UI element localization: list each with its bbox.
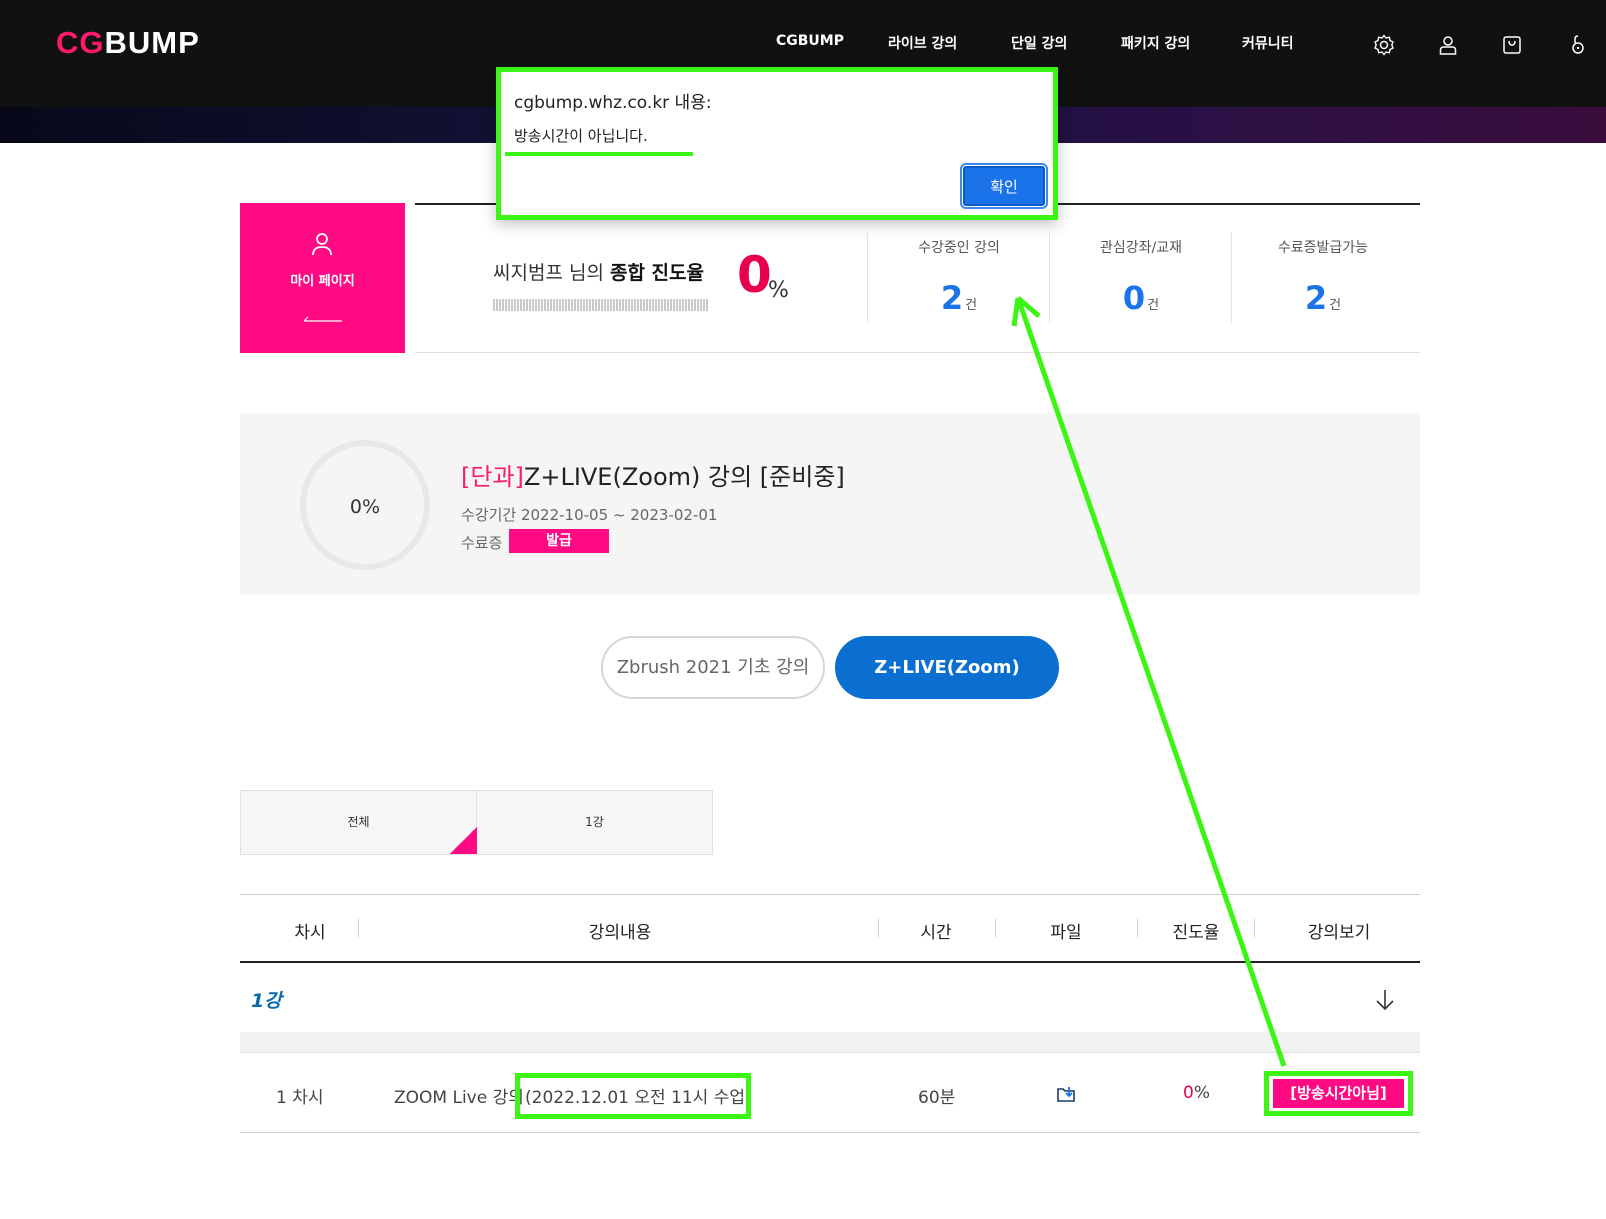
progress-user-prefix: 씨지범프 님의 <box>493 262 610 284</box>
header-divider <box>995 919 996 937</box>
progress-bold-label: 종합 진도율 <box>609 262 704 284</box>
logo-cg: CG <box>56 25 105 60</box>
stat-unit: 건 <box>965 298 978 313</box>
chapter-group-label[interactable]: 1강 <box>251 986 282 1013</box>
stat-divider <box>867 233 868 323</box>
stat-label: 관심강좌/교재 <box>1100 240 1182 256</box>
course-progress-circle: 0% <box>300 440 430 570</box>
site-logo[interactable]: CGBUMP <box>56 25 200 61</box>
stat-certificate[interactable]: 수료증발급가능 2건 <box>1233 233 1413 323</box>
row-progress-unit: % <box>1193 1083 1210 1103</box>
cart-icon[interactable] <box>1500 33 1524 57</box>
overall-progress-unit: % <box>768 278 789 303</box>
stat-unit: 건 <box>1329 298 1342 313</box>
header-divider <box>358 919 359 937</box>
overall-progress-value: 0 <box>737 246 772 304</box>
row-divider <box>240 1052 1420 1053</box>
active-tab-marker <box>450 827 477 854</box>
user-icon[interactable] <box>1436 33 1460 57</box>
course-title: [단과]Z+LIVE(Zoom) 강의 [준비중] <box>461 457 845 492</box>
annotation-highlight-box <box>515 1073 751 1119</box>
th-session: 차시 <box>294 923 326 943</box>
stat-label: 수강중인 강의 <box>918 240 1000 256</box>
dialog-title: cgbump.whz.co.kr 내용: <box>514 93 712 113</box>
summary-bottom-border <box>415 352 1420 353</box>
logo-bump: BUMP <box>104 25 200 60</box>
tab-zbrush-course[interactable]: Zbrush 2021 기초 강의 <box>601 636 825 699</box>
row-divider <box>240 1132 1420 1133</box>
stat-interest[interactable]: 관심강좌/교재 0건 <box>1051 233 1231 323</box>
stat-divider <box>1049 233 1050 323</box>
row-session: 1 차시 <box>276 1088 324 1108</box>
gear-icon[interactable] <box>1372 33 1396 57</box>
course-cert-label: 수료증 <box>461 534 503 552</box>
th-view: 강의보기 <box>1307 923 1371 943</box>
stat-divider <box>1231 233 1232 323</box>
alert-dialog: cgbump.whz.co.kr 내용: 방송시간이 아닙니다. 확인 <box>496 67 1058 220</box>
stat-value: 0 <box>1122 279 1146 317</box>
chapter-group-band <box>240 1032 1420 1053</box>
nav-single-lecture[interactable]: 단일 강의 <box>1011 33 1067 53</box>
course-tag: [단과] <box>461 463 524 491</box>
user-icon <box>312 233 332 256</box>
row-progress-value: 0 <box>1183 1083 1194 1103</box>
annotation-underline <box>505 152 693 156</box>
th-content: 강의내용 <box>588 923 652 943</box>
course-card: 0% [단과]Z+LIVE(Zoom) 강의 [준비중] 수강기간 2022-1… <box>240 413 1420 595</box>
tab-zlive-course[interactable]: Z+LIVE(Zoom) <box>835 636 1059 699</box>
header-divider <box>878 919 879 937</box>
mypage-label: 마이 페이지 <box>290 274 355 289</box>
overall-progress-bar <box>493 299 708 311</box>
nav-package-lecture[interactable]: 패키지 강의 <box>1121 33 1190 53</box>
nav-cgbump[interactable]: CGBUMP <box>776 33 844 49</box>
stat-value: 2 <box>940 279 964 317</box>
th-progress: 진도율 <box>1172 923 1220 943</box>
lock-icon[interactable] <box>1566 33 1590 57</box>
arrow-down-icon[interactable] <box>1374 988 1396 1012</box>
arrow-left-icon <box>303 316 342 322</box>
course-period: 수강기간 2022-10-05 ~ 2023-02-01 <box>461 506 718 524</box>
header-divider <box>1254 919 1255 937</box>
chapter-tab-all[interactable]: 전체 <box>240 790 477 855</box>
table-header-border <box>240 961 1420 963</box>
mypage-box[interactable]: 마이 페이지 <box>240 203 405 353</box>
nav-community[interactable]: 커뮤니티 <box>1242 33 1294 53</box>
stat-label: 수료증발급가능 <box>1277 240 1369 256</box>
cert-issue-button[interactable]: 발급 <box>509 529 609 553</box>
dialog-ok-button[interactable]: 확인 <box>960 163 1048 209</box>
th-duration: 시간 <box>920 923 952 943</box>
view-lecture-button[interactable]: [방송시간아님] <box>1273 1079 1404 1108</box>
file-download-icon[interactable] <box>1056 1084 1076 1104</box>
course-title-text: Z+LIVE(Zoom) 강의 [준비중] <box>523 463 845 491</box>
dialog-message: 방송시간이 아닙니다. <box>514 127 648 145</box>
header-divider <box>1137 919 1138 937</box>
row-progress: 0% <box>1183 1083 1210 1103</box>
stat-unit: 건 <box>1147 298 1160 313</box>
course-progress-text: 0% <box>349 496 381 518</box>
table-top-border <box>240 894 1420 895</box>
stat-value: 2 <box>1304 279 1328 317</box>
row-content: ZOOM Live 강의 <box>394 1088 524 1108</box>
stat-enrolled[interactable]: 수강중인 강의 2건 <box>869 233 1049 323</box>
overall-progress-label: 씨지범프 님의 종합 진도율 <box>493 258 704 285</box>
chapter-tab-1[interactable]: 1강 <box>476 790 713 855</box>
nav-live-lecture[interactable]: 라이브 강의 <box>888 33 957 53</box>
row-duration: 60분 <box>918 1088 956 1108</box>
th-file: 파일 <box>1050 923 1082 943</box>
